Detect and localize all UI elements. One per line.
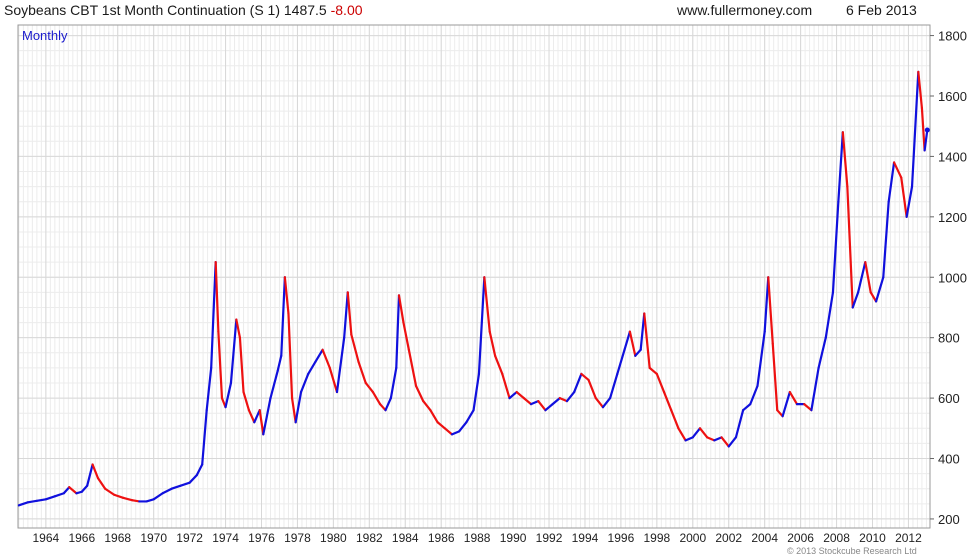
y-tick-label: 1200 — [938, 210, 967, 225]
price-segment-up — [684, 436, 694, 442]
price-segment-up — [35, 498, 47, 502]
price-segment-down — [869, 291, 878, 303]
x-tick-label: 1966 — [68, 531, 95, 545]
x-tick-label: 2004 — [751, 531, 778, 545]
price-segment-up — [450, 430, 461, 436]
price-segment-up — [810, 366, 820, 412]
y-tick-label: 800 — [938, 331, 960, 346]
x-tick-label: 1972 — [176, 531, 203, 545]
price-segment-down — [643, 312, 651, 369]
price-segment-down — [287, 312, 294, 400]
price-segment-down — [483, 276, 491, 333]
price-segment-up — [314, 348, 324, 363]
price-segment-down — [350, 333, 360, 363]
x-tick-label: 1968 — [104, 531, 131, 545]
price-segment-down — [720, 436, 730, 448]
price-segment-up — [887, 161, 896, 203]
copyright-notice: © 2013 Stockcube Research Ltd — [787, 546, 917, 556]
y-tick-label: 1400 — [938, 149, 967, 164]
price-segment-up — [565, 390, 576, 403]
period-label: Monthly — [22, 28, 68, 43]
price-segment-down — [706, 436, 716, 442]
price-segment-up — [727, 436, 738, 448]
x-tick-label: 1976 — [248, 531, 275, 545]
y-tick-label: 1800 — [938, 29, 967, 44]
x-tick-label: 1964 — [33, 531, 60, 545]
price-segment-up — [179, 481, 191, 487]
price-segment-down — [522, 396, 533, 406]
y-tick-label: 1600 — [938, 89, 967, 104]
price-segment-up — [529, 400, 540, 406]
x-tick-label: 1996 — [608, 531, 635, 545]
price-segment-down — [247, 409, 256, 424]
price-segment-up — [601, 396, 612, 409]
x-tick-label: 2002 — [715, 531, 742, 545]
x-tick-label: 2012 — [895, 531, 922, 545]
x-tick-label: 1988 — [464, 531, 491, 545]
price-segment-down — [494, 354, 504, 376]
price-segment-up — [86, 463, 94, 487]
price-segment-down — [283, 276, 290, 315]
price-segment-up — [188, 474, 198, 484]
x-tick-label: 1982 — [356, 531, 383, 545]
price-segment-down — [414, 384, 425, 403]
x-tick-label: 1994 — [572, 531, 599, 545]
x-tick-label: 2000 — [679, 531, 706, 545]
last-price-point — [924, 127, 930, 133]
price-segment-up — [384, 396, 392, 412]
y-tick-label: 600 — [938, 391, 960, 406]
y-tick-label: 200 — [938, 512, 960, 527]
price-segment-up — [781, 390, 791, 418]
price-segment-up — [294, 390, 303, 424]
price-segment-down — [422, 400, 432, 412]
price-segment-up — [44, 495, 56, 501]
x-tick-label: 1998 — [643, 531, 670, 545]
price-segment-down — [346, 291, 353, 336]
price-segment-down — [402, 321, 410, 351]
price-segment-up — [458, 421, 468, 433]
x-tick-label: 1974 — [212, 531, 239, 545]
x-tick-label: 2008 — [823, 531, 850, 545]
price-segment-up — [17, 501, 29, 507]
x-tick-label: 2010 — [859, 531, 886, 545]
x-tick-label: 1970 — [140, 531, 167, 545]
x-tick-label: 2006 — [787, 531, 814, 545]
x-tick-label: 1990 — [500, 531, 527, 545]
price-segment-up — [53, 492, 65, 498]
y-tick-label: 1000 — [938, 270, 967, 285]
price-segment-up — [262, 396, 272, 436]
price-segment-down — [917, 70, 924, 110]
price-segment-down — [648, 366, 658, 376]
price-segment-down — [238, 336, 245, 394]
price-segment-up — [691, 427, 702, 439]
x-tick-label: 1992 — [536, 531, 563, 545]
x-tick-label: 1986 — [428, 531, 455, 545]
y-tick-label: 400 — [938, 452, 960, 467]
price-segment-up — [756, 330, 766, 388]
price-segment-down — [594, 396, 605, 409]
x-tick-label: 1980 — [320, 531, 347, 545]
price-segment-up — [269, 369, 279, 400]
price-segment-up — [851, 291, 860, 309]
price-segment-up — [26, 499, 38, 504]
price-segment-up — [229, 318, 238, 385]
x-tick-label: 1984 — [392, 531, 419, 545]
price-segment-up — [472, 372, 481, 412]
price-chart: 200 400 600 800 1000 1200 1400 1600 1800 1964 1966… — [17, 24, 967, 545]
price-segment-up — [145, 498, 155, 503]
plot-frame — [17, 24, 931, 529]
x-tick-label: 1978 — [284, 531, 311, 545]
